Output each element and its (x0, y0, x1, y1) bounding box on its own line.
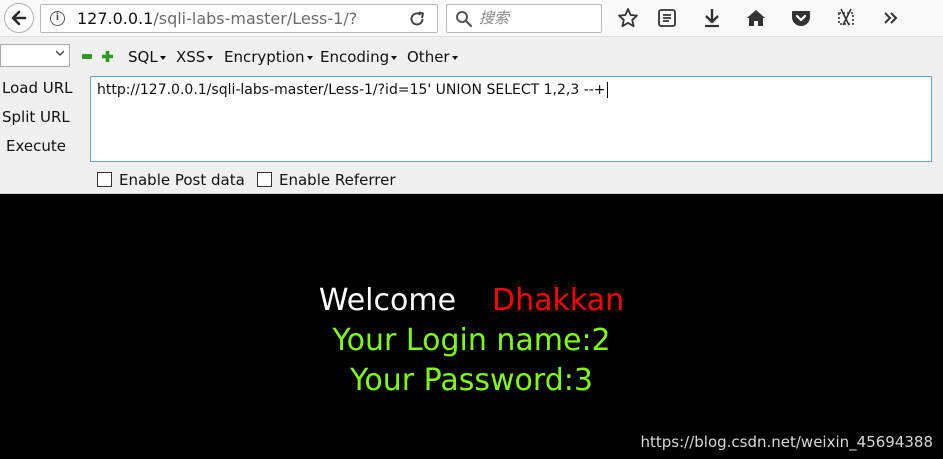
address-bar[interactable]: i 127.0.0.1/sqli-labs-master/Less-1/? (40, 4, 438, 33)
menu-encryption[interactable]: Encryption (224, 47, 313, 67)
caret-down-icon (451, 55, 458, 60)
page-content: Welcome Dhakkan Your Login name:2 Your Pa… (0, 194, 943, 459)
caret-down-icon (207, 55, 214, 60)
search-bar[interactable]: 搜索 (446, 4, 602, 33)
execute-button[interactable]: Execute (6, 136, 66, 156)
site-info-icon[interactable]: i (50, 11, 65, 26)
screenshot-icon[interactable] (835, 7, 857, 29)
home-icon[interactable] (745, 7, 767, 29)
caret-down-icon (306, 55, 313, 60)
search-icon (456, 11, 473, 28)
reading-list-icon[interactable] (656, 7, 678, 29)
chevron-down-icon (56, 50, 64, 56)
back-arrow-icon (11, 10, 27, 26)
search-placeholder: 搜索 (479, 9, 510, 27)
download-icon[interactable] (701, 7, 723, 29)
url-textarea[interactable]: http://127.0.0.1/sqli-labs-master/Less-1… (90, 76, 932, 162)
enable-referrer-checkbox[interactable] (257, 172, 272, 187)
text-cursor (606, 82, 608, 98)
password-text: Your Password:3 (350, 363, 593, 398)
reload-icon[interactable] (407, 9, 427, 29)
address-bar-url[interactable]: 127.0.0.1/sqli-labs-master/Less-1/? (77, 5, 397, 32)
url-textarea-value: http://127.0.0.1/sqli-labs-master/Less-1… (97, 82, 606, 98)
increase-icon[interactable] (102, 51, 113, 62)
enable-referrer-label[interactable]: Enable Referrer (279, 170, 395, 190)
menu-other[interactable]: Other (407, 47, 458, 67)
watermark: https://blog.csdn.net/weixin_45694388 (640, 433, 933, 451)
menu-sql[interactable]: SQL (128, 47, 166, 67)
login-name-text: Your Login name:2 (332, 323, 611, 358)
enable-post-checkbox[interactable] (97, 172, 112, 187)
browser-toolbar: i 127.0.0.1/sqli-labs-master/Less-1/? 搜索 (0, 0, 943, 37)
back-button[interactable] (4, 3, 34, 33)
hackbar-panel: SQL XSS Encryption Encoding Other Load U… (0, 37, 943, 194)
caret-down-icon (391, 55, 398, 60)
star-icon[interactable] (617, 7, 639, 29)
decrease-icon[interactable] (82, 54, 92, 59)
welcome-line: Welcome Dhakkan (0, 283, 943, 319)
caret-down-icon (159, 55, 166, 60)
enable-post-label[interactable]: Enable Post data (119, 170, 245, 190)
welcome-text: Welcome (318, 283, 457, 318)
user-name-text: Dhakkan (492, 283, 625, 318)
overflow-chevron-icon[interactable] (880, 7, 902, 29)
hackbar-select[interactable] (0, 44, 70, 67)
load-url-button[interactable]: Load URL (2, 78, 73, 98)
menu-xss[interactable]: XSS (176, 47, 214, 67)
pocket-icon[interactable] (790, 7, 812, 29)
split-url-button[interactable]: Split URL (2, 107, 70, 127)
menu-encoding[interactable]: Encoding (320, 47, 398, 67)
